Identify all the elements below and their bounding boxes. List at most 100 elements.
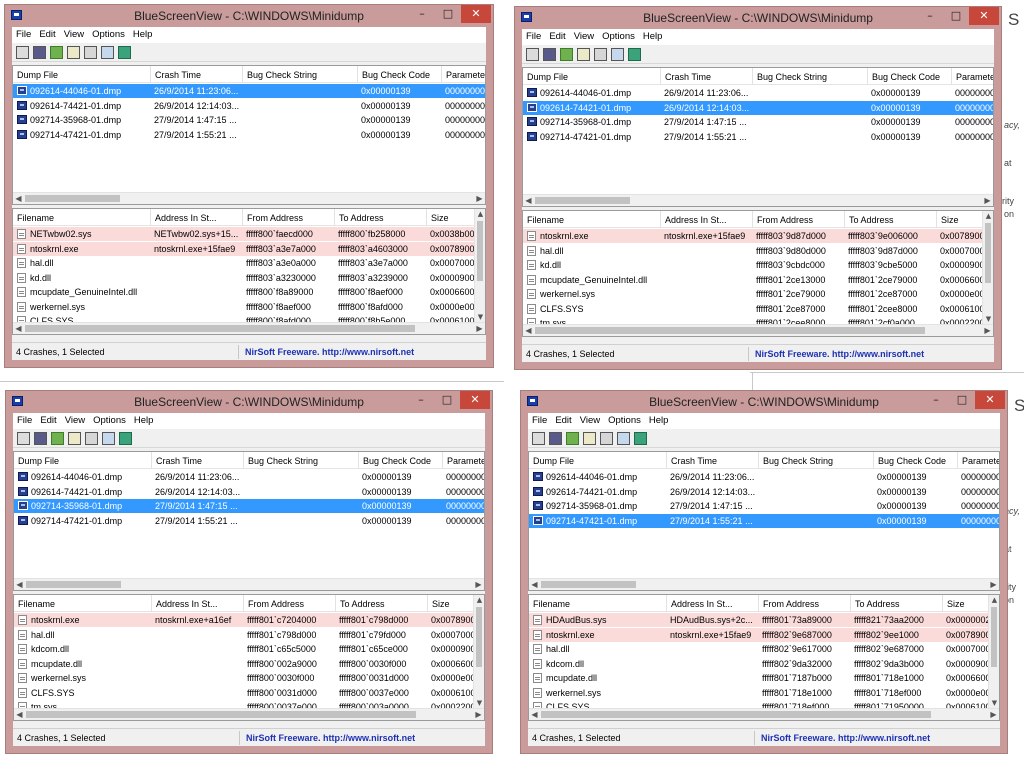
properties-icon[interactable] xyxy=(532,432,545,445)
menu-edit[interactable]: Edit xyxy=(36,413,60,426)
driver-row[interactable]: werkernel.sys fffff800`0030f000 fffff800`0… xyxy=(14,671,484,685)
options-icon[interactable] xyxy=(600,432,613,445)
scroll-thumb[interactable] xyxy=(476,607,482,667)
col-bug-check-code[interactable]: Bug Check Code xyxy=(358,66,442,83)
properties-icon[interactable] xyxy=(526,48,539,61)
driver-vscrollbar[interactable]: ▲ ▼ xyxy=(474,209,485,322)
minimize-button[interactable]: – xyxy=(409,5,435,23)
scroll-thumb[interactable] xyxy=(535,327,925,334)
driver-row[interactable]: mcupdate_GenuineIntel.dll fffff800`f8a890… xyxy=(13,285,485,299)
nirsoft-link[interactable]: NirSoft Freeware. http://www.nirsoft.net xyxy=(761,733,930,743)
copy-icon[interactable] xyxy=(583,432,596,445)
scroll-left-arrow[interactable]: ◀ xyxy=(14,709,25,720)
menu-view[interactable]: View xyxy=(61,413,89,426)
col-bug-check-string[interactable]: Bug Check String xyxy=(759,452,874,469)
dump-row[interactable]: 092614-44046-01.dmp 26/9/2014 11:23:06...… xyxy=(529,470,999,484)
menu-options[interactable]: Options xyxy=(604,413,645,426)
dump-row[interactable]: 092614-44046-01.dmp 26/9/2014 11:23:06...… xyxy=(523,86,993,100)
menu-file[interactable]: File xyxy=(13,413,36,426)
col-from-address[interactable]: From Address xyxy=(244,595,336,612)
scroll-down-arrow[interactable]: ▼ xyxy=(475,312,485,322)
options-icon[interactable] xyxy=(594,48,607,61)
driver-vscrollbar[interactable]: ▲ ▼ xyxy=(982,211,993,324)
driver-hscrollbar[interactable]: ◀ ▶ xyxy=(523,324,993,336)
dump-row[interactable]: 092614-44046-01.dmp 26/9/2014 11:23:06...… xyxy=(13,84,485,98)
scroll-right-arrow[interactable]: ▶ xyxy=(988,579,999,590)
scroll-thumb[interactable] xyxy=(477,221,483,281)
close-button[interactable]: ✕ xyxy=(461,5,491,23)
find-icon[interactable] xyxy=(101,46,114,59)
driver-list[interactable]: Filename Address In St... From Address T… xyxy=(12,208,486,335)
col-bug-check-code[interactable]: Bug Check Code xyxy=(868,68,952,85)
copy-icon[interactable] xyxy=(68,432,81,445)
col-parameter[interactable]: Parameter xyxy=(442,66,485,83)
scroll-up-arrow[interactable]: ▲ xyxy=(475,209,485,219)
exit-icon[interactable] xyxy=(119,432,132,445)
dump-row[interactable]: 092714-47421-01.dmp 27/9/2014 1:55:21 ...… xyxy=(13,128,485,142)
menu-help[interactable]: Help xyxy=(129,27,157,40)
find-icon[interactable] xyxy=(611,48,624,61)
driver-hscrollbar[interactable]: ◀ ▶ xyxy=(13,322,485,334)
col-dump-file[interactable]: Dump File xyxy=(13,66,151,83)
scroll-left-arrow[interactable]: ◀ xyxy=(529,709,540,720)
col-dump-file[interactable]: Dump File xyxy=(523,68,661,85)
copy-icon[interactable] xyxy=(577,48,590,61)
col-to-address[interactable]: To Address xyxy=(336,595,428,612)
dump-hscrollbar[interactable]: ◀ ▶ xyxy=(529,578,999,590)
copy-icon[interactable] xyxy=(67,46,80,59)
driver-vscrollbar[interactable]: ▲ ▼ xyxy=(988,595,999,708)
driver-row[interactable]: CLFS.SYS fffff800`0031d000 fffff800`0037e0… xyxy=(14,686,484,700)
scroll-down-arrow[interactable]: ▼ xyxy=(983,314,993,324)
save-icon[interactable] xyxy=(34,432,47,445)
scroll-left-arrow[interactable]: ◀ xyxy=(14,579,25,590)
maximize-button[interactable]: □ xyxy=(435,5,461,23)
scroll-right-arrow[interactable]: ▶ xyxy=(474,323,485,334)
driver-row[interactable]: NETwbw02.sys NETwbw02.sys+15... fffff800`f… xyxy=(13,227,485,241)
properties-icon[interactable] xyxy=(17,432,30,445)
scroll-right-arrow[interactable]: ▶ xyxy=(988,709,999,720)
driver-row[interactable]: mcupdate.dll fffff801`7187b000 fffff801`71… xyxy=(529,671,999,685)
driver-row[interactable]: CLFS.SYS fffff801`2ce87000 fffff801`2cee80… xyxy=(523,302,993,316)
col-to-address[interactable]: To Address xyxy=(845,211,937,228)
close-button[interactable]: ✕ xyxy=(969,7,999,25)
driver-row[interactable]: kd.dll fffff803`a3230000 fffff803`a3239000… xyxy=(13,271,485,285)
dump-list[interactable]: Dump File Crash Time Bug Check String Bu… xyxy=(13,451,485,591)
scroll-up-arrow[interactable]: ▲ xyxy=(474,595,484,605)
scroll-thumb[interactable] xyxy=(541,581,636,588)
menu-options[interactable]: Options xyxy=(88,27,129,40)
dump-list[interactable]: Dump File Crash Time Bug Check String Bu… xyxy=(12,65,486,205)
dump-row[interactable]: 092714-47421-01.dmp 27/9/2014 1:55:21 ...… xyxy=(529,513,999,528)
col-bug-check-code[interactable]: Bug Check Code xyxy=(874,452,958,469)
dump-row[interactable]: 092614-44046-01.dmp 26/9/2014 11:23:06...… xyxy=(14,470,484,484)
col-filename[interactable]: Filename xyxy=(13,209,151,226)
bluescreenview-window-2[interactable]: BlueScreenView - C:\WINDOWS\Minidump – □… xyxy=(514,6,1002,370)
dump-hscrollbar[interactable]: ◀ ▶ xyxy=(13,192,485,204)
scroll-left-arrow[interactable]: ◀ xyxy=(13,193,24,204)
menu-options[interactable]: Options xyxy=(89,413,130,426)
scroll-left-arrow[interactable]: ◀ xyxy=(523,325,534,336)
maximize-button[interactable]: □ xyxy=(949,391,975,409)
col-parameter[interactable]: Parameter xyxy=(958,452,999,469)
driver-row[interactable]: kdcom.dll fffff802`9da32000 fffff802`9da3b… xyxy=(529,657,999,671)
menu-file[interactable]: File xyxy=(522,29,545,42)
title-bar[interactable]: BlueScreenView - C:\WINDOWS\Minidump – □… xyxy=(5,5,493,27)
scroll-up-arrow[interactable]: ▲ xyxy=(983,211,993,221)
dump-row[interactable]: 092714-35968-01.dmp 27/9/2014 1:47:15 ...… xyxy=(523,115,993,129)
col-filename[interactable]: Filename xyxy=(523,211,661,228)
col-bug-check-code[interactable]: Bug Check Code xyxy=(359,452,443,469)
refresh-icon[interactable] xyxy=(560,48,573,61)
scroll-thumb[interactable] xyxy=(26,581,121,588)
scroll-right-arrow[interactable]: ▶ xyxy=(473,709,484,720)
options-icon[interactable] xyxy=(85,432,98,445)
driver-hscrollbar[interactable]: ◀ ▶ xyxy=(14,708,484,720)
scroll-left-arrow[interactable]: ◀ xyxy=(523,195,534,206)
save-icon[interactable] xyxy=(33,46,46,59)
menu-view[interactable]: View xyxy=(60,27,88,40)
scroll-left-arrow[interactable]: ◀ xyxy=(529,579,540,590)
title-bar[interactable]: BlueScreenView - C:\WINDOWS\Minidump – □… xyxy=(515,7,1001,29)
refresh-icon[interactable] xyxy=(566,432,579,445)
save-icon[interactable] xyxy=(543,48,556,61)
scroll-right-arrow[interactable]: ▶ xyxy=(982,325,993,336)
menu-options[interactable]: Options xyxy=(598,29,639,42)
driver-list[interactable]: Filename Address In St... From Address T… xyxy=(13,594,485,721)
